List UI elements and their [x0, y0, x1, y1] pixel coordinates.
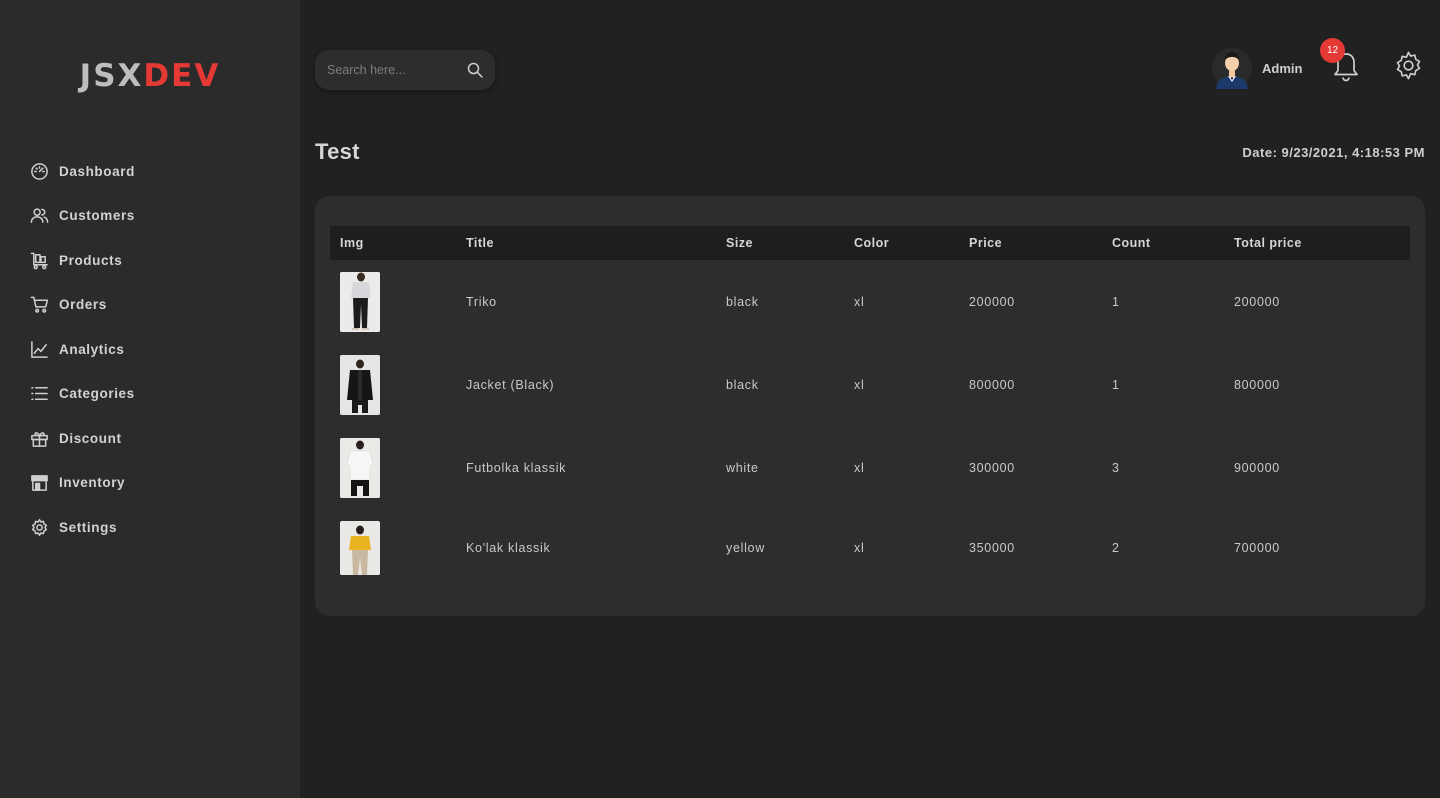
user-name[interactable]: Admin	[1262, 61, 1302, 76]
cell-color: xl	[854, 294, 865, 309]
list-icon	[31, 387, 48, 401]
column-header-total-price[interactable]: Total price	[1224, 226, 1410, 260]
date-display: Date: 9/23/2021, 4:18:53 PM	[1242, 145, 1425, 160]
store-icon	[31, 475, 48, 492]
cell-count: 2	[1112, 540, 1120, 555]
cell-count: 3	[1112, 460, 1120, 475]
cell-total-price: 800000	[1234, 377, 1280, 392]
settings-gear-icon[interactable]	[1393, 50, 1424, 81]
product-image[interactable]	[340, 520, 380, 575]
cell-color: xl	[854, 540, 865, 555]
cell-size: yellow	[726, 540, 765, 555]
sidebar-item-label: Inventory	[59, 475, 126, 491]
table-row[interactable]: Triko black xl 200000 1 200000	[330, 260, 1410, 343]
sidebar-item-label: Orders	[59, 297, 107, 313]
cell-size: white	[726, 460, 759, 475]
table-row[interactable]: Ko'lak klassik yellow xl 350000 2 700000	[330, 509, 1410, 586]
cell-size: black	[726, 294, 759, 309]
cell-color: xl	[854, 377, 865, 392]
sidebar: JSXDEV Dashboard Customers Products Orde…	[0, 0, 300, 798]
cell-price: 200000	[969, 294, 1015, 309]
column-header-size[interactable]: Size	[716, 226, 844, 260]
cell-size: black	[726, 377, 759, 392]
column-header-img[interactable]: Img	[330, 226, 456, 260]
cell-price: 350000	[969, 540, 1015, 555]
cell-price: 800000	[969, 377, 1015, 392]
sidebar-item-inventory[interactable]: Inventory	[0, 461, 300, 506]
column-header-title[interactable]: Title	[456, 226, 716, 260]
orders-card: Img Title Size Color Price Count Total p…	[315, 196, 1425, 616]
table-row[interactable]: Futbolka klassik white xl 300000 3 90000…	[330, 426, 1410, 509]
sidebar-item-categories[interactable]: Categories	[0, 372, 300, 417]
brand-logo[interactable]: JSXDEV	[0, 58, 300, 94]
product-image-cell	[330, 426, 456, 509]
product-image-cell	[330, 260, 456, 343]
page-title: Test	[315, 139, 360, 164]
cell-price: 300000	[969, 460, 1015, 475]
column-header-color[interactable]: Color	[844, 226, 959, 260]
brand-logo-part1: JSX	[79, 58, 144, 94]
table-header-row: Img Title Size Color Price Count Total p…	[330, 226, 1410, 260]
chart-line-icon	[31, 340, 48, 358]
sidebar-item-label: Dashboard	[59, 163, 135, 179]
sidebar-item-label: Customers	[59, 208, 135, 224]
cell-title: Jacket (Black)	[466, 377, 555, 392]
sidebar-item-customers[interactable]: Customers	[0, 194, 300, 239]
gift-icon	[31, 431, 48, 447]
sidebar-item-products[interactable]: Products	[0, 238, 300, 283]
notification-badge: 12	[1320, 38, 1345, 63]
sidebar-item-discount[interactable]: Discount	[0, 416, 300, 461]
cell-count: 1	[1112, 377, 1120, 392]
cell-title: Futbolka klassik	[466, 460, 567, 475]
sidebar-nav: Dashboard Customers Products Orders Anal…	[0, 149, 300, 550]
column-header-price[interactable]: Price	[959, 226, 1102, 260]
cell-total-price: 900000	[1234, 460, 1280, 475]
search-icon[interactable]	[467, 62, 483, 78]
users-icon	[30, 208, 49, 224]
sidebar-item-label: Products	[59, 252, 123, 268]
dashboard-icon	[31, 162, 48, 180]
avatar[interactable]	[1212, 47, 1252, 89]
cart-flatbed-icon	[30, 252, 48, 270]
sidebar-item-label: Analytics	[59, 341, 125, 357]
sidebar-item-orders[interactable]: Orders	[0, 283, 300, 328]
product-image[interactable]	[340, 271, 380, 332]
gear-icon	[31, 518, 48, 536]
cell-title: Triko	[466, 294, 497, 309]
cell-title: Ko'lak klassik	[466, 540, 551, 555]
cell-count: 1	[1112, 294, 1120, 309]
brand-logo-part2: DEV	[143, 58, 221, 94]
cell-total-price: 200000	[1234, 294, 1280, 309]
product-image-cell	[330, 509, 456, 586]
order-items-table: Img Title Size Color Price Count Total p…	[330, 226, 1410, 586]
cell-total-price: 700000	[1234, 540, 1280, 555]
product-image[interactable]	[340, 437, 380, 498]
product-image[interactable]	[340, 354, 380, 415]
cell-color: xl	[854, 460, 865, 475]
sidebar-item-analytics[interactable]: Analytics	[0, 327, 300, 372]
sidebar-item-label: Settings	[59, 519, 118, 535]
sidebar-item-settings[interactable]: Settings	[0, 505, 300, 550]
table-row[interactable]: Jacket (Black) black xl 800000 1 800000	[330, 343, 1410, 426]
search-box	[315, 50, 495, 90]
shopping-cart-icon	[30, 296, 49, 314]
sidebar-item-dashboard[interactable]: Dashboard	[0, 149, 300, 194]
search-input[interactable]	[327, 61, 467, 79]
product-image-cell	[330, 343, 456, 426]
sidebar-item-label: Categories	[59, 386, 135, 402]
sidebar-item-label: Discount	[59, 430, 122, 446]
column-header-count[interactable]: Count	[1102, 226, 1224, 260]
